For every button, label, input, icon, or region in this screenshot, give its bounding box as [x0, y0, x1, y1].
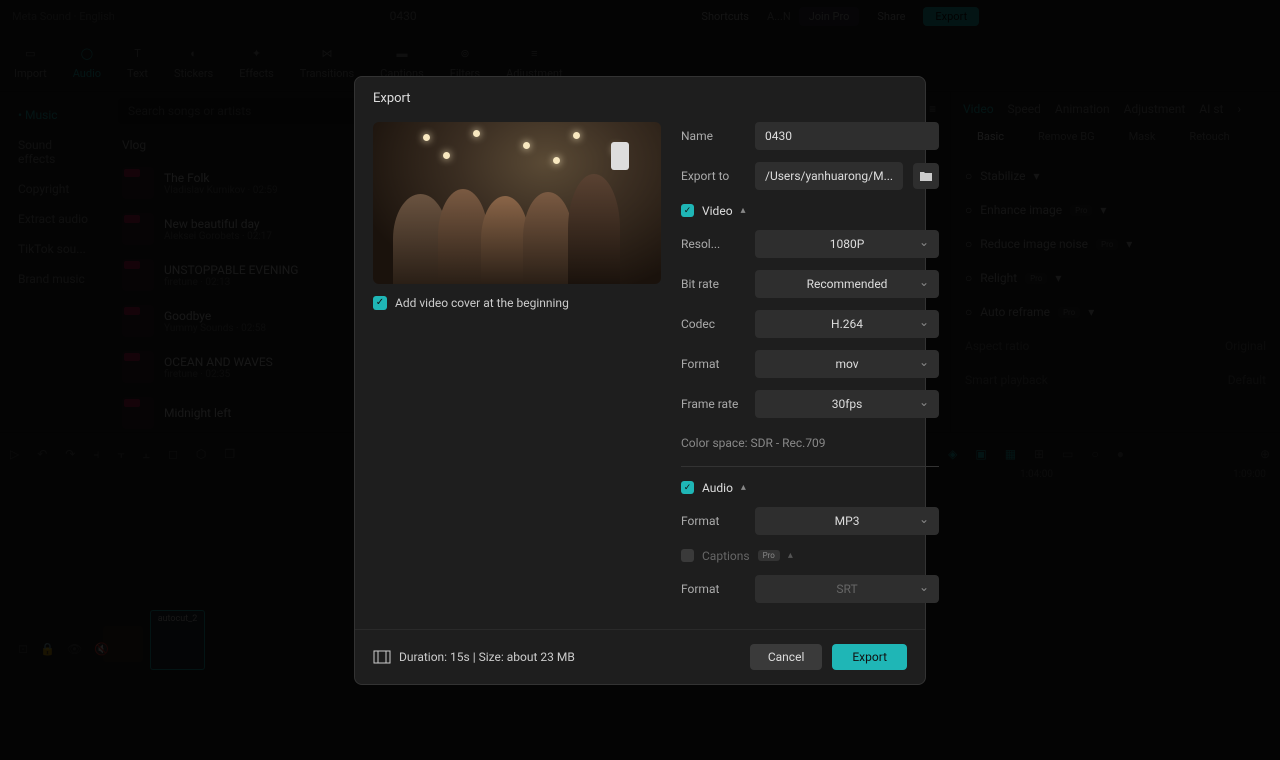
framerate-select[interactable]: 30fps	[755, 390, 939, 418]
video-preview	[373, 122, 661, 284]
chevron-up-icon[interactable]: ▴	[741, 205, 746, 216]
name-label: Name	[681, 129, 745, 143]
modal-title: Export	[355, 77, 925, 116]
codec-select[interactable]: H.264	[755, 310, 939, 338]
resolution-select[interactable]: 1080P	[755, 230, 939, 258]
chevron-up-icon[interactable]: ▴	[741, 482, 746, 493]
pro-badge: Pro	[758, 550, 780, 561]
video-section-checkbox[interactable]: ✓	[681, 204, 694, 217]
folder-icon[interactable]	[913, 163, 939, 189]
cover-checkbox[interactable]: ✓	[373, 296, 387, 310]
cover-checkbox-label: Add video cover at the beginning	[395, 296, 569, 310]
audio-format-select[interactable]: MP3	[755, 507, 939, 535]
cancel-button[interactable]: Cancel	[750, 644, 823, 670]
export-modal: Export	[354, 76, 926, 685]
bitrate-select[interactable]: Recommended	[755, 270, 939, 298]
exportto-label: Export to	[681, 169, 745, 183]
video-format-select[interactable]: mov	[755, 350, 939, 378]
audio-section-checkbox[interactable]: ✓	[681, 481, 694, 494]
colorspace-label: Color space: SDR - Rec.709	[681, 430, 939, 464]
captions-section-label: Captions	[702, 549, 750, 563]
export-button[interactable]: Export	[832, 644, 907, 670]
footer-info: Duration: 15s | Size: about 23 MB	[399, 650, 575, 664]
captions-section-checkbox[interactable]: ✓	[681, 549, 694, 562]
captions-format-select[interactable]: SRT	[755, 575, 939, 603]
exportto-input[interactable]: /Users/yanhuarong/M...	[755, 162, 903, 190]
film-icon	[373, 650, 391, 664]
audio-section-label: Audio	[702, 481, 733, 495]
chevron-up-icon[interactable]: ▴	[788, 550, 793, 561]
video-section-label: Video	[702, 204, 733, 218]
name-input[interactable]: 0430	[755, 122, 939, 150]
